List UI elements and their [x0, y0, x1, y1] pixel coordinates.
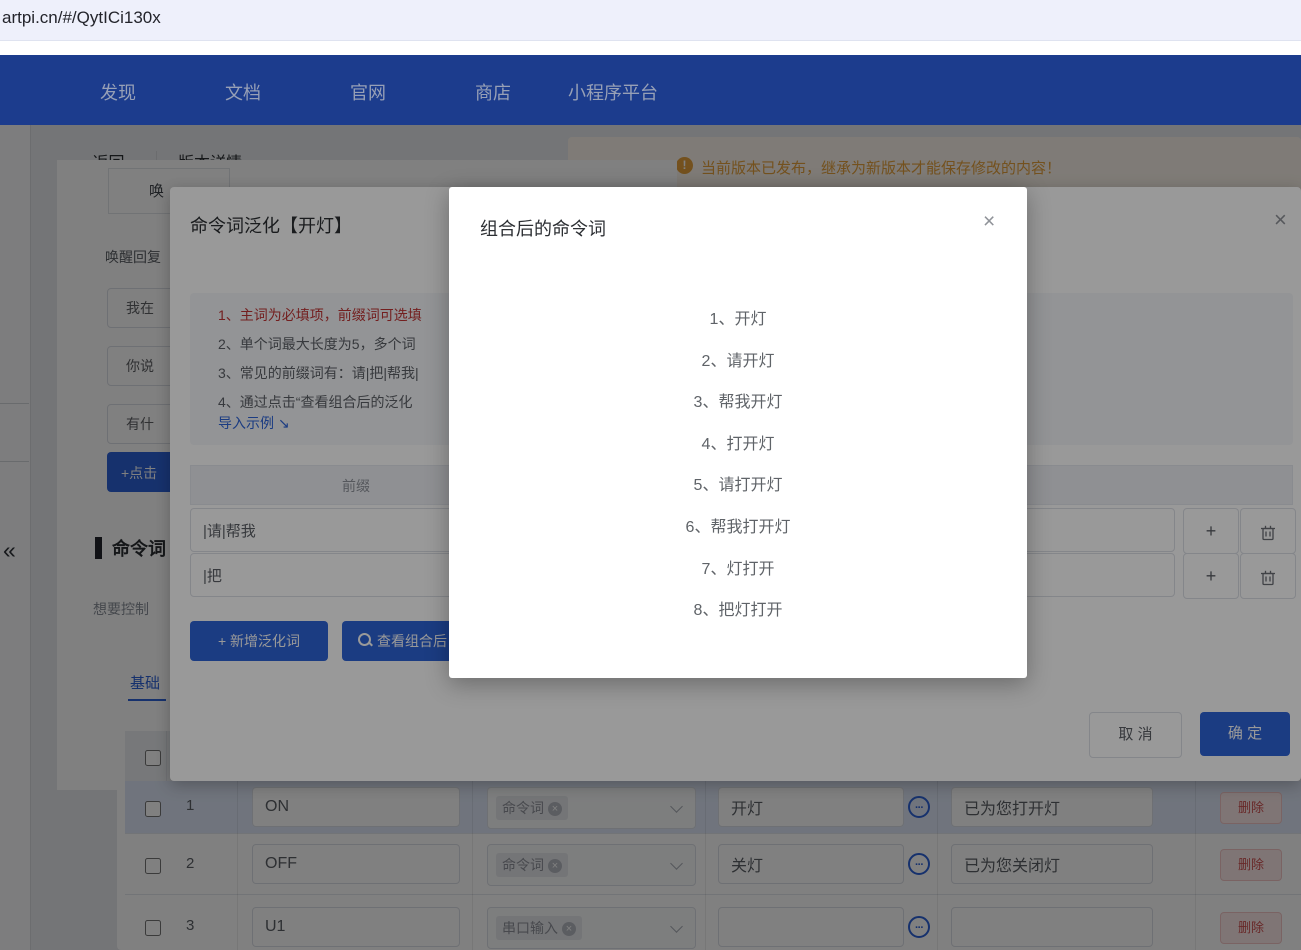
list-item: 1、开灯: [449, 299, 1027, 341]
combined-commands-list: 1、开灯 2、请开灯 3、帮我开灯 4、打开灯 5、请打开灯 6、帮我打开灯 7…: [449, 299, 1027, 632]
browser-url-bar[interactable]: artpi.cn/#/QytICi130x: [0, 0, 1301, 41]
screen: artpi.cn/#/QytICi130x 发现 文档 官网 商店 小程序平台 …: [0, 0, 1301, 950]
nav-item-miniapp[interactable]: 小程序平台: [568, 79, 658, 105]
list-item: 6、帮我打开灯: [449, 507, 1027, 549]
nav-item-discover[interactable]: 发现: [100, 79, 136, 105]
combined-commands-modal: 组合后的命令词 × 1、开灯 2、请开灯 3、帮我开灯 4、打开灯 5、请打开灯…: [449, 187, 1027, 678]
url-text[interactable]: artpi.cn/#/QytICi130x: [2, 8, 161, 28]
combined-commands-title: 组合后的命令词: [480, 215, 606, 241]
list-item: 3、帮我开灯: [449, 382, 1027, 424]
nav-item-store[interactable]: 商店: [475, 79, 511, 105]
page-top-strip: [0, 41, 1301, 55]
nav-item-website[interactable]: 官网: [350, 79, 386, 105]
list-item: 4、打开灯: [449, 424, 1027, 466]
nav-item-docs[interactable]: 文档: [225, 79, 261, 105]
list-item: 8、把灯打开: [449, 590, 1027, 632]
list-item: 7、灯打开: [449, 549, 1027, 591]
list-item: 5、请打开灯: [449, 465, 1027, 507]
list-item: 2、请开灯: [449, 341, 1027, 383]
close-icon[interactable]: ×: [983, 210, 995, 234]
top-nav: 发现 文档 官网 商店 小程序平台: [0, 55, 1301, 125]
